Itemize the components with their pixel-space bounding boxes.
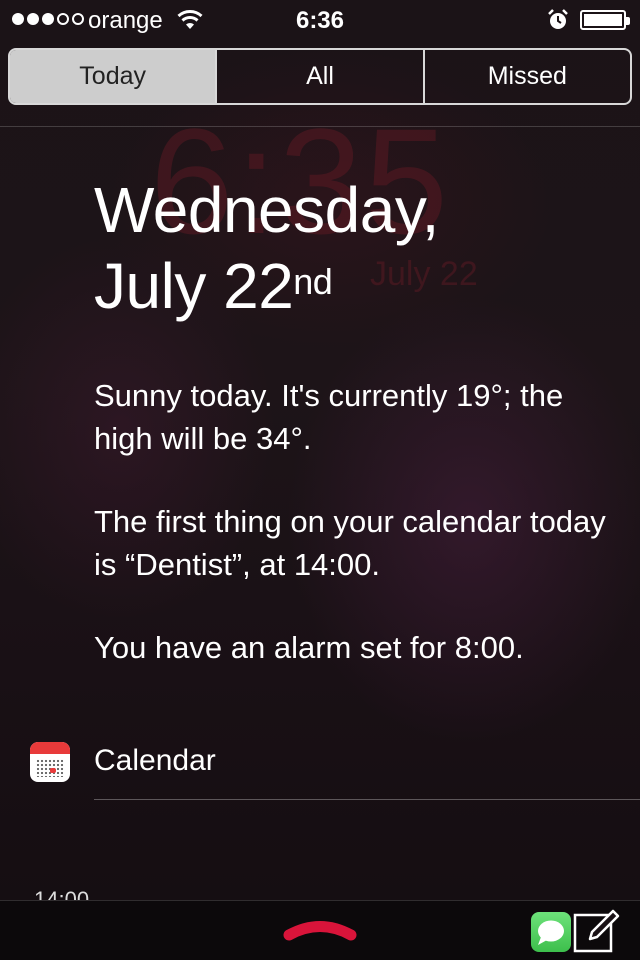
tab-missed[interactable]: Missed — [422, 50, 630, 103]
calendar-icon-band — [30, 742, 70, 754]
date-label: July 22 — [94, 250, 294, 322]
header-divider — [0, 126, 640, 127]
calendar-icon-marker — [50, 768, 56, 773]
alarm-clock-icon — [548, 9, 568, 29]
tab-all[interactable]: All — [215, 50, 422, 103]
calendar-section-title[interactable]: Calendar — [94, 744, 216, 778]
tab-today[interactable]: Today — [10, 50, 216, 103]
status-bar: orange 6:36 — [0, 0, 640, 40]
weekday-label: Wednesday, — [94, 174, 439, 246]
today-date-heading: Wednesday, July 22nd — [94, 172, 439, 324]
calendar-event-time[interactable]: 14:00 — [34, 886, 89, 900]
speech-bubble-icon — [538, 920, 564, 945]
battery-terminal — [626, 17, 630, 25]
messages-app-icon[interactable] — [531, 912, 571, 952]
status-time: 6:36 — [295, 7, 345, 34]
notification-center: 6:35 July 22 orange 6:36 Today All Misse… — [0, 0, 640, 960]
compose-icon[interactable] — [572, 905, 622, 955]
notification-tabs: Today All Missed — [8, 48, 632, 105]
battery-level — [584, 14, 622, 26]
weather-summary: Sunny today. It's currently 19°; the hig… — [94, 378, 564, 456]
calendar-divider — [94, 799, 640, 800]
calendar-summary: The first thing on your calendar today i… — [94, 504, 606, 582]
alarm-summary: You have an alarm set for 8:00. — [94, 630, 524, 665]
date-ordinal-suffix: nd — [293, 261, 333, 302]
calendar-app-icon[interactable] — [30, 742, 70, 782]
chevron-up-grabber-icon[interactable] — [283, 916, 357, 942]
battery-icon — [580, 10, 630, 30]
